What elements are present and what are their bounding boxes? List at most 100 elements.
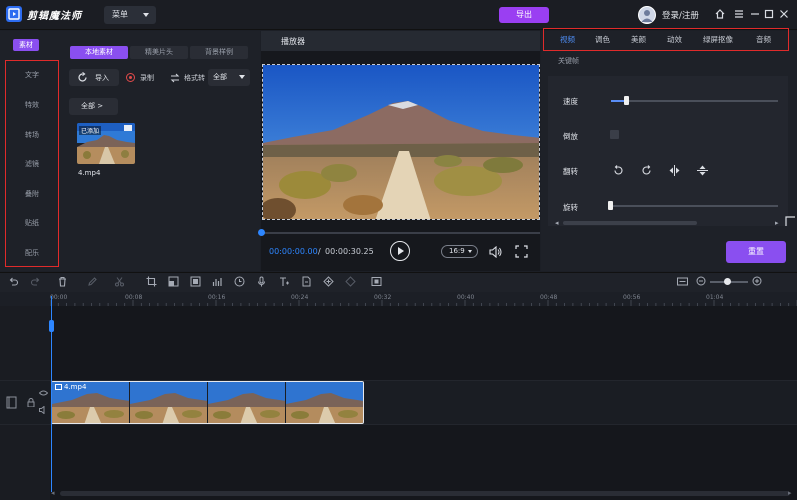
timeline-horizontal-scrollbar[interactable] [60,491,790,496]
speed-clock-icon[interactable] [234,276,245,287]
record-icon [126,73,135,82]
mosaic-icon[interactable] [190,276,201,287]
tick-label: 01:04 [706,294,724,301]
video-preview[interactable] [262,64,540,220]
nav-item-filter[interactable]: 滤镜 [6,159,58,169]
video-clip[interactable] [51,381,364,424]
nav-item-text[interactable]: 文字 [6,70,58,80]
record-button[interactable]: 录制 [126,73,154,83]
scroll-right-icon[interactable]: ▸ [775,219,779,227]
nav-item-overlay[interactable]: 叠附 [6,189,58,199]
current-time: 00:00:00.00 [269,247,318,256]
text-add-icon[interactable] [279,276,290,287]
add-keyframe-icon[interactable] [323,276,334,287]
audio-wave-icon[interactable] [212,276,223,287]
export-button[interactable]: 导出 [499,7,549,23]
flip-vertical-icon[interactable] [696,164,709,177]
tick-label: 00:24 [291,294,309,301]
chevron-down-icon [143,13,149,17]
nav-item-sticker[interactable]: 贴纸 [6,218,58,228]
undo-icon[interactable] [8,276,19,287]
playback-progress-bar[interactable] [262,232,540,234]
properties-tabs [543,28,789,51]
total-time: 00:00:30.25 [325,247,374,256]
tab-color[interactable]: 调色 [595,34,610,45]
import-button[interactable]: 导入 [69,69,119,86]
rotate-left-icon[interactable] [612,164,625,177]
import-icon [78,72,87,82]
split-icon[interactable] [114,276,125,287]
resize-icon[interactable] [168,276,179,287]
tab-video[interactable]: 视频 [560,34,575,45]
rotate-right-icon[interactable] [640,164,653,177]
tab-audio[interactable]: 音频 [756,34,771,45]
keyframe-icon[interactable] [345,276,356,287]
visibility-icon[interactable] [39,390,48,396]
properties-body [548,76,788,226]
tab-green-screen[interactable]: 绿屏抠像 [703,34,733,45]
nav-item-effects[interactable]: 特效 [6,100,58,110]
reverse-checkbox[interactable] [610,130,619,139]
rotate-slider-handle[interactable] [608,201,613,210]
avatar[interactable] [638,6,656,24]
player-title: 播放器 [281,37,305,46]
zoom-out-icon[interactable] [696,276,707,287]
crop-icon[interactable] [146,276,157,287]
minimize-icon[interactable] [749,8,761,20]
format-filter-select[interactable]: 全部 [208,69,250,86]
keyframe-tab[interactable]: 关键帧 [558,56,579,66]
login-link[interactable]: 登录/注册 [662,9,699,21]
nav-item-transition[interactable]: 转场 [6,130,58,140]
rotate-slider[interactable] [611,205,778,207]
reset-button[interactable]: 重置 [726,241,786,263]
media-filter-button[interactable]: 全部 > [69,98,118,115]
clip-frame [208,382,286,423]
marker-icon[interactable] [301,276,312,287]
category-tab-material[interactable]: 素材 [13,39,39,51]
lock-icon[interactable] [27,398,35,407]
mute-icon[interactable] [39,406,48,414]
playhead-handle[interactable] [49,320,54,332]
zoom-in-icon[interactable] [752,276,763,287]
tab-beauty[interactable]: 美颜 [631,34,646,45]
format-filter-value: 全部 [213,73,227,81]
edit-icon[interactable] [87,276,98,287]
nav-item-music[interactable]: 配乐 [6,248,58,258]
snapshot-icon[interactable] [371,276,382,287]
expand-corner-icon[interactable] [785,216,796,227]
media-filename: 4.mp4 [78,169,101,177]
menu-dropdown[interactable]: 菜单 [104,6,156,24]
aspect-ratio-select[interactable]: 16:9 [441,245,478,258]
scroll-left-icon[interactable]: ◂ [51,489,55,497]
flip-horizontal-icon[interactable] [668,164,681,177]
aspect-ratio-value: 16:9 [449,247,465,255]
scroll-left-icon[interactable]: ◂ [555,219,559,227]
tab-intro-templates[interactable]: 精美片头 [130,46,188,59]
category-nav: 文字 特效 转场 滤镜 叠附 贴纸 配乐 [5,60,59,267]
speed-slider-handle[interactable] [624,96,630,105]
tab-motion[interactable]: 动效 [667,34,682,45]
home-icon[interactable] [714,8,726,20]
speed-slider[interactable] [611,100,778,102]
delete-icon[interactable] [57,276,68,287]
tab-background-samples[interactable]: 背景样例 [190,46,248,59]
fullscreen-icon[interactable] [515,245,528,258]
close-icon[interactable] [778,8,790,20]
tab-local-material[interactable]: 本地素材 [70,46,128,59]
volume-icon[interactable] [489,246,502,258]
play-button[interactable] [390,241,410,261]
tick-label: 00:40 [457,294,475,301]
properties-horizontal-scrollbar[interactable] [563,221,697,225]
fit-timeline-icon[interactable] [677,276,688,287]
hamburger-menu-icon[interactable] [733,8,745,20]
scroll-right-icon[interactable]: ▸ [788,489,792,497]
flip-label: 翻转 [563,167,578,176]
maximize-icon[interactable] [763,8,775,20]
ruler-ticks [50,300,797,306]
format-convert-button[interactable]: 格式转 [170,73,205,83]
redo-icon[interactable] [30,276,41,287]
time-ruler[interactable] [50,292,797,306]
progress-handle[interactable] [258,229,265,236]
microphone-icon[interactable] [256,276,267,287]
tick-label: 00:00 [50,294,68,301]
